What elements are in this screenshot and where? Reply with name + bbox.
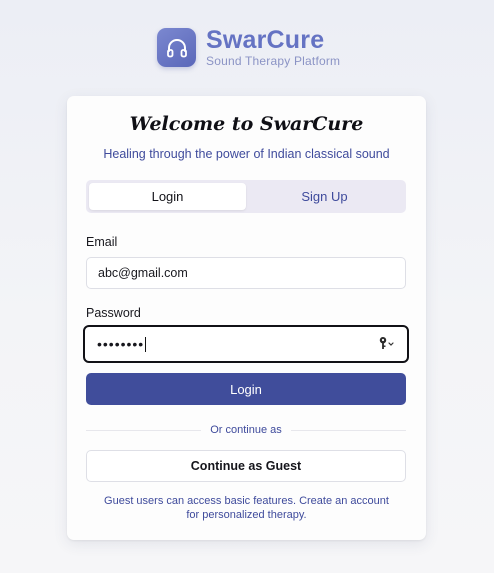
continue-as-guest-button[interactable]: Continue as Guest <box>86 450 406 482</box>
email-field[interactable]: abc@gmail.com <box>86 257 406 289</box>
divider-line-left <box>86 429 202 431</box>
password-value: •••••••• <box>97 336 145 352</box>
tab-login[interactable]: Login <box>89 183 246 210</box>
brand-name: SwarCure <box>206 26 325 54</box>
divider-line-right <box>290 429 407 431</box>
brand-text: SwarCure Sound Therapy Platform <box>206 27 340 68</box>
or-divider: Or continue as <box>86 423 407 437</box>
auth-tabs: Login Sign Up <box>86 180 406 213</box>
email-value: abc@gmail.com <box>98 266 188 280</box>
brand-tagline: Sound Therapy Platform <box>206 54 341 68</box>
tab-sign-up[interactable]: Sign Up <box>246 183 403 210</box>
headphones-icon <box>157 28 196 67</box>
password-label: Password <box>86 306 141 320</box>
brand-header: SwarCure Sound Therapy Platform <box>157 27 340 68</box>
text-caret <box>145 336 147 352</box>
card-subtitle: Healing through the power of Indian clas… <box>103 147 390 161</box>
login-card: Welcome to SwarCure Healing through the … <box>67 96 426 540</box>
email-label: Email <box>86 235 118 249</box>
password-field[interactable]: •••••••• <box>83 325 409 363</box>
guest-note: Guest users can access basic features. C… <box>104 495 389 521</box>
login-button[interactable]: Login <box>86 373 406 405</box>
key-icon[interactable] <box>378 336 396 350</box>
divider-text: Or continue as <box>210 424 282 436</box>
card-title: Welcome to SwarCure <box>129 113 364 135</box>
